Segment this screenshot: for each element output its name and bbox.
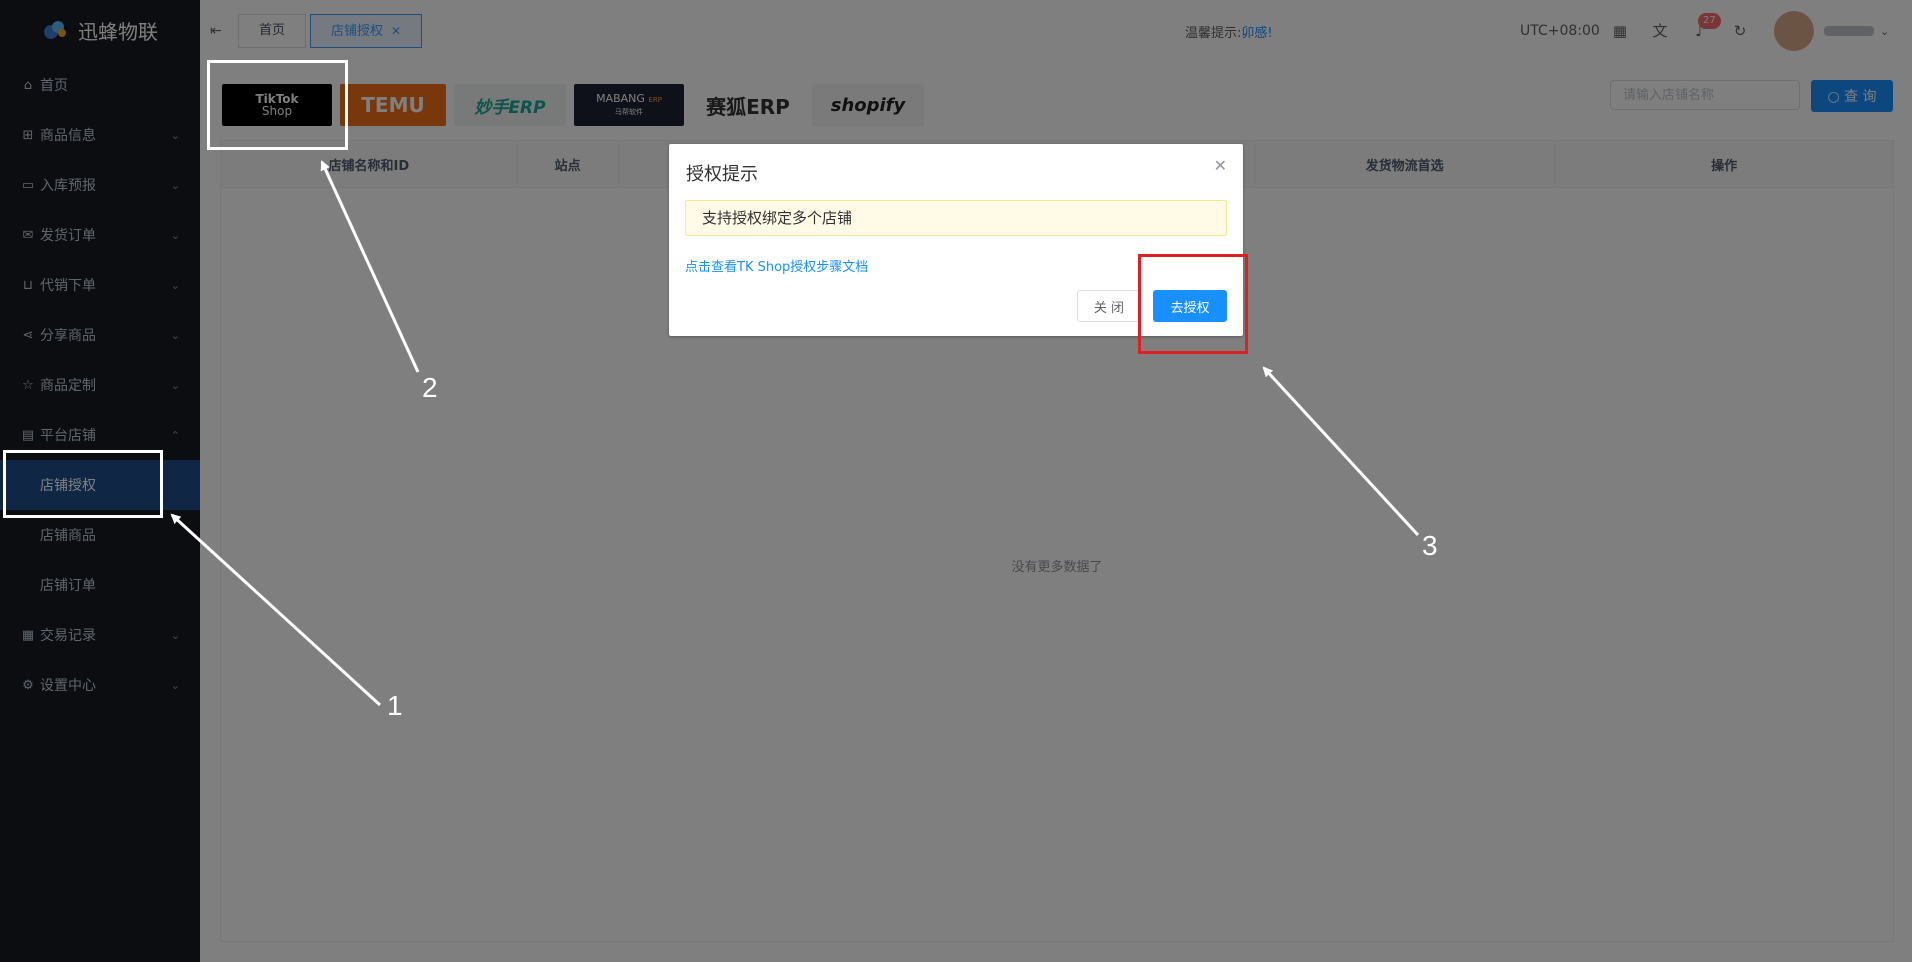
highlight-box-authorize — [1138, 254, 1248, 354]
highlight-box-tiktok — [207, 60, 348, 150]
step-number-3: 3 — [1422, 530, 1438, 561]
step-number-2: 2 — [422, 372, 438, 403]
step-number-1: 1 — [387, 690, 403, 721]
dialog-alert: 支持授权绑定多个店铺 — [685, 200, 1227, 236]
close-icon[interactable]: ✕ — [1214, 156, 1227, 175]
auth-doc-link[interactable]: 点击查看TK Shop授权步骤文档 — [685, 256, 868, 275]
close-button[interactable]: 关 闭 — [1077, 290, 1141, 322]
dialog-title: 授权提示 — [686, 164, 758, 185]
highlight-box-shop-auth — [3, 450, 163, 518]
